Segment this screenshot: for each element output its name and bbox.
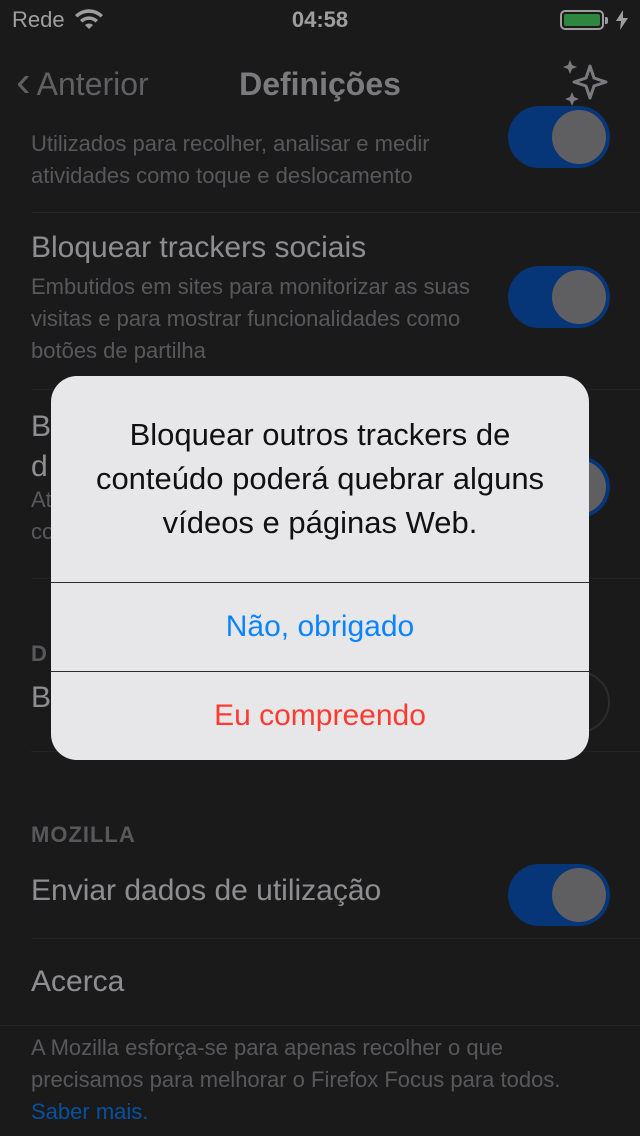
alert-message: Bloquear outros trackers de conteúdo pod… <box>95 417 545 540</box>
cancel-button[interactable]: Não, obrigado <box>51 583 589 671</box>
alert-dialog: Bloquear outros trackers de conteúdo pod… <box>51 376 589 760</box>
confirm-button[interactable]: Eu compreendo <box>51 672 589 760</box>
